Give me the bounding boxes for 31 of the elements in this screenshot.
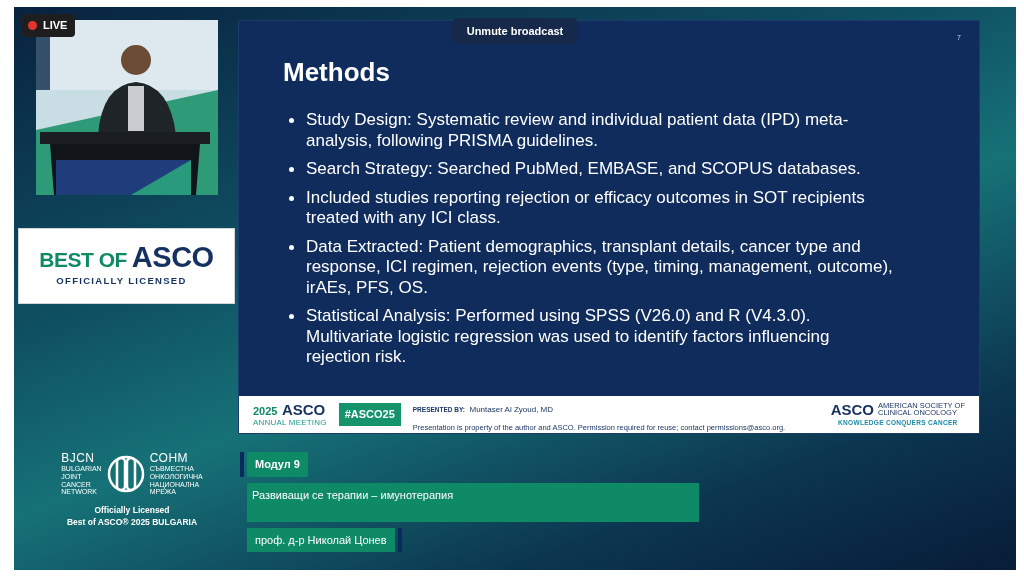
bullet-text: Statistical Analysis: Performed using SPSS (V26.0) and R (V4.3.0). Multivariate logistic regression was used to identify factors influencing rejection risk. <box>306 306 831 368</box>
speaker-banner: проф. д-р Николай Цонев <box>247 527 395 552</box>
society-brand: ASCO <box>830 401 875 417</box>
meeting-subtitle: ANNUAL MEETING <box>253 419 327 427</box>
logo-caption: Officially Licensed <box>93 503 171 517</box>
bullet-icon <box>289 118 294 123</box>
logo-abbreviation: BJCN <box>61 452 95 466</box>
presenter-name: Muntaser Al Zyoud, MD <box>469 405 554 415</box>
bullet-text: Data Extracted: Patient demographics, transplant details, cancer type and response, ICI regimen, rejection events (type, timing, management, outcome), irAEs, PFS, OS. <box>306 236 894 298</box>
module-tag: Модул 9 <box>247 452 308 477</box>
bullet-text: Included studies reporting rejection or efficacy outcomes in SOT recipients treated with any ICI class. <box>306 187 866 229</box>
live-dot-icon <box>28 20 37 30</box>
bullet-text: Search Strategy: Searched PubMed, EMBASE, and SCOPUS databases. <box>306 159 861 180</box>
unmute-button[interactable]: Unmute broadcast <box>452 18 578 44</box>
bullet-icon <box>289 244 294 250</box>
logo-abbreviation: СОНМ <box>149 452 189 466</box>
rings-icon <box>105 453 146 494</box>
hashtag: #ASCO25 <box>338 403 401 426</box>
bullet-icon <box>289 314 294 319</box>
slide-title: Methods <box>283 56 391 89</box>
bullet-icon <box>289 195 294 201</box>
logo-tagline: OFFICIALLY LICENSED <box>56 274 187 289</box>
live-label: LIVE <box>43 18 68 33</box>
topic-banner: Развиващи се терапии – имунотерапия <box>247 482 699 522</box>
logo-prefix: BEST OF <box>39 249 127 271</box>
logo-caption: Best of ASCO® 2025 BULGARIA <box>66 516 198 529</box>
meeting-brand: ASCO <box>281 401 326 418</box>
bullet-icon <box>289 167 294 172</box>
meeting-year: 2025 <box>253 405 278 417</box>
bullet-text: Study Design: Systematic review and individual patient data (IPD) meta-analysis, following PRISMA guidelines. <box>306 110 850 151</box>
logo-brand: ASCO <box>131 243 214 273</box>
